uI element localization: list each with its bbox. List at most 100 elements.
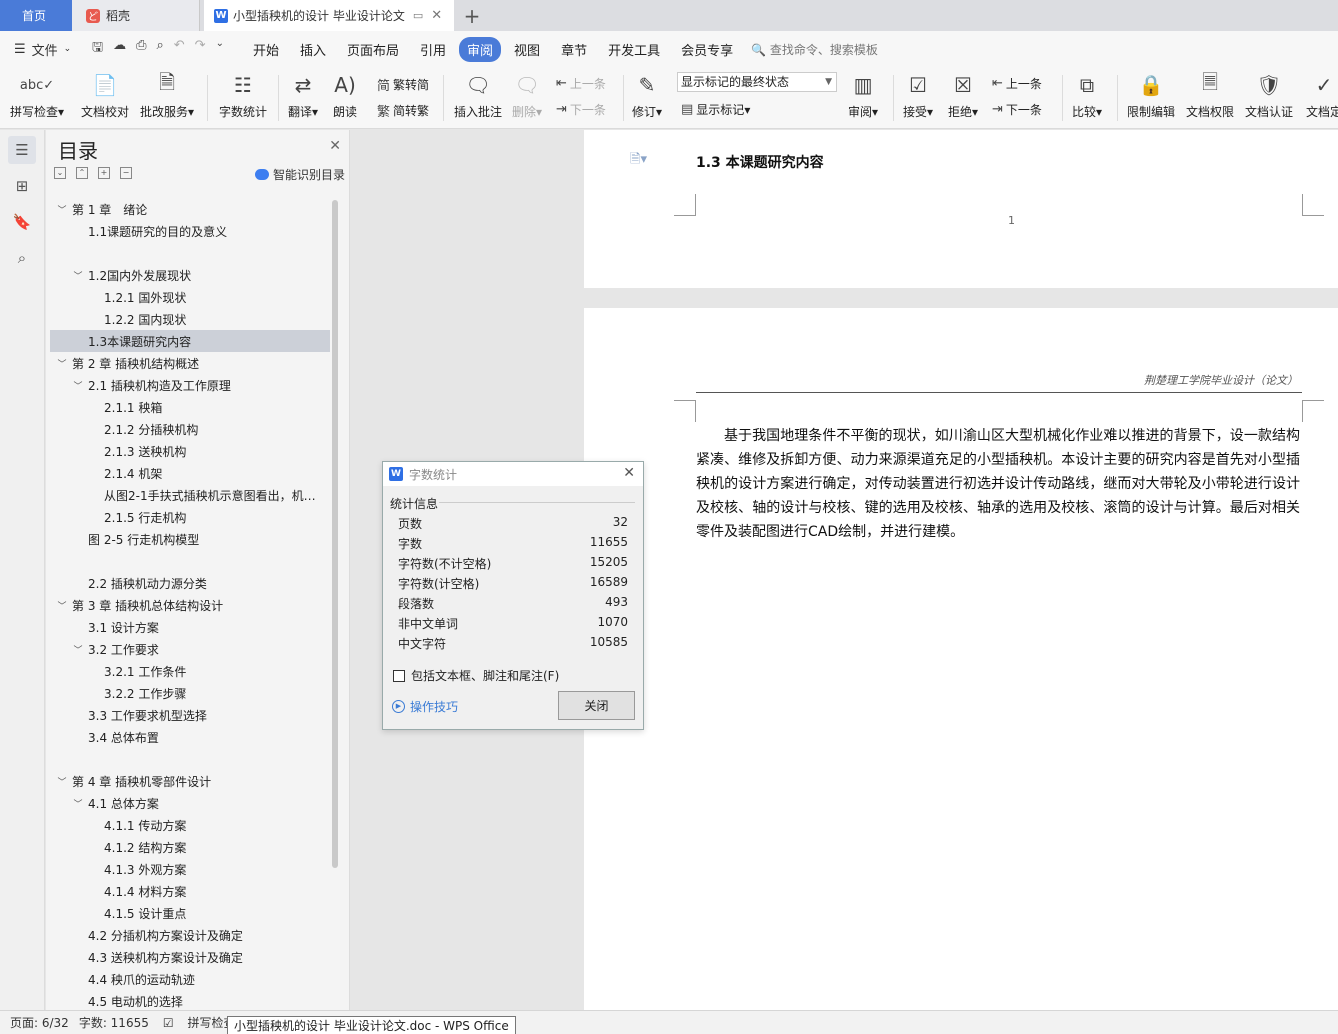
toc-item[interactable]: 4.1.5 设计重点 — [50, 902, 330, 924]
chevron-down-icon[interactable]: ﹀ — [72, 379, 84, 392]
smart-toc-button[interactable]: 智能识别目录 — [254, 166, 345, 183]
collapse-all-icon[interactable]: ⌄ — [54, 167, 66, 179]
toc-item[interactable]: 3.2.1 工作条件 — [50, 660, 330, 682]
menu-references[interactable]: 引用 — [412, 37, 454, 62]
expand-all-icon[interactable]: ⌃ — [76, 167, 88, 179]
menu-member[interactable]: 会员专享 — [673, 37, 741, 62]
spell-check-toggle[interactable]: ☑ 拼写检查 — [163, 1014, 236, 1031]
menu-insert[interactable]: 插入 — [292, 37, 334, 62]
next-change-button[interactable]: ⇥ 下一条 — [992, 101, 1042, 118]
tab-home[interactable]: 首页 — [0, 0, 72, 31]
print-icon[interactable]: ⎙ — [136, 38, 146, 60]
toc-item[interactable]: ﹀ 1.2国内外发展现状 — [50, 264, 330, 286]
toc-item[interactable]: 2.1.4 机架 — [50, 462, 330, 484]
toc-item[interactable]: 1.2.2 国内现状 — [50, 308, 330, 330]
toc-item[interactable]: 4.5 电动机的选择 — [50, 990, 330, 1009]
search-icon[interactable]: ⌕ — [8, 244, 36, 272]
toc-item[interactable]: ﹀ 第 1 章 绪论 — [50, 198, 330, 220]
next-comment-button[interactable]: ⇥ 下一条 — [556, 101, 606, 118]
body-paragraph[interactable]: 基于我国地理条件不平衡的现状，如川渝山区大型机械化作业难以推进的背景下，设一款结… — [696, 424, 1300, 544]
toc-item[interactable]: 2.2 插秧机动力源分类 — [50, 572, 330, 594]
menu-chapter[interactable]: 章节 — [553, 37, 595, 62]
menu-start[interactable]: 开始 — [245, 37, 287, 62]
toc-item[interactable]: 2.1.5 行走机构 — [50, 506, 330, 528]
toc-item[interactable]: 2.1.3 送秧机构 — [50, 440, 330, 462]
word-count-button[interactable]: ☷ 字数统计 — [219, 71, 267, 120]
chevron-down-icon[interactable]: ﹀ — [56, 599, 68, 612]
toc-item[interactable]: ﹀ 第 2 章 插秧机结构概述 — [50, 352, 330, 374]
review-pane-button[interactable]: ▥ 审阅▾ — [848, 71, 878, 120]
insert-comment-button[interactable]: 🗨 插入批注 — [454, 71, 502, 120]
dialog-titlebar[interactable]: W 字数统计 — [383, 462, 643, 486]
print-preview-icon[interactable]: ⌕ — [156, 38, 163, 60]
close-icon[interactable]: ✕ — [623, 465, 635, 481]
menu-review[interactable]: 审阅 — [459, 36, 502, 62]
chevron-down-icon[interactable]: ﹀ — [56, 357, 68, 370]
word-count-indicator[interactable]: 字数: 11655 — [79, 1014, 149, 1031]
tab-document[interactable]: W 小型插秧机的设计 毕业设计论文 ▭ ✕ — [204, 0, 454, 31]
chevron-down-icon[interactable]: ﹀ — [72, 269, 84, 282]
reject-button[interactable]: ☒ 拒绝▾ — [948, 71, 978, 120]
track-changes-button[interactable]: ✎ 修订▾ — [632, 71, 662, 120]
command-search[interactable]: 🔍 查找命令、搜索模板 — [751, 41, 878, 58]
checkbox-box[interactable] — [393, 669, 405, 682]
toc-item[interactable]: 1.1课题研究的目的及意义 — [50, 220, 330, 242]
include-textbox-checkbox[interactable]: 包括文本框、脚注和尾注(F) — [393, 667, 559, 684]
chevron-down-icon[interactable]: ﹀ — [56, 203, 68, 216]
toc-icon[interactable]: ☰ — [8, 136, 36, 164]
toc-item[interactable]: 3.1 设计方案 — [50, 616, 330, 638]
doc-finalize-button[interactable]: ✓ 文档定 — [1306, 71, 1338, 120]
toc-item[interactable]: 3.4 总体布置 — [50, 726, 330, 748]
toc-item[interactable]: 2.1.1 秧箱 — [50, 396, 330, 418]
restrict-editing-button[interactable]: 🔒 限制编辑 — [1127, 71, 1175, 120]
bookmark-icon[interactable]: 🔖 — [8, 208, 36, 236]
chevron-down-icon[interactable]: ﹀ — [56, 775, 68, 788]
prev-change-button[interactable]: ⇤ 上一条 — [992, 75, 1042, 92]
toc-item[interactable]: 1.2.1 国外现状 — [50, 286, 330, 308]
toc-item[interactable]: ﹀ 第 3 章 插秧机总体结构设计 — [50, 594, 330, 616]
redo-icon[interactable]: ↷ — [195, 38, 206, 60]
toc-item[interactable]: ﹀ 第 4 章 插秧机零部件设计 — [50, 770, 330, 792]
close-icon[interactable]: ✕ — [329, 138, 341, 154]
read-aloud-button[interactable]: A) 朗读 — [333, 71, 357, 120]
delete-comment-button[interactable]: 🗨 删除▾ — [512, 71, 542, 120]
cloud-icon[interactable]: ☁ — [113, 38, 126, 60]
doc-rights-button[interactable]: 🗏 文档权限 — [1186, 70, 1234, 120]
close-button[interactable]: 关闭 — [558, 691, 635, 720]
save-icon[interactable]: 🖫 — [92, 38, 103, 60]
close-tab-icon[interactable]: ✕ — [431, 8, 442, 23]
menu-page-layout[interactable]: 页面布局 — [339, 37, 407, 62]
toc-item[interactable]: 3.3 工作要求机型选择 — [50, 704, 330, 726]
doc-proof-button[interactable]: 📄 文档校对 — [81, 71, 129, 120]
menu-view[interactable]: 视图 — [506, 37, 548, 62]
page-indicator[interactable]: 页面: 6/32 — [10, 1014, 69, 1031]
toc-item[interactable]: 2.1.2 分插秧机构 — [50, 418, 330, 440]
toc-item[interactable]: 4.4 秧爪的运动轨迹 — [50, 968, 330, 990]
show-markup-button[interactable]: ▤ 显示标记 ▾ — [681, 101, 750, 118]
toc-item[interactable]: 图 2-5 行走机构模型 — [50, 528, 330, 550]
doc-cert-button[interactable]: 🛡 文档认证 — [1245, 71, 1293, 120]
undo-icon[interactable]: ↶ — [174, 38, 185, 60]
markup-state-select[interactable]: 显示标记的最终状态 ▼ — [677, 72, 837, 92]
toc-item[interactable]: 4.1.1 传动方案 — [50, 814, 330, 836]
new-tab-button[interactable]: + — [460, 0, 484, 31]
batch-service-button[interactable]: 🗎 批改服务▾ — [140, 70, 194, 120]
translate-button[interactable]: ⇄ 翻译▾ — [288, 71, 318, 120]
toc-item[interactable]: ﹀ 3.2 工作要求 — [50, 638, 330, 660]
add-level-icon[interactable]: + — [98, 167, 110, 179]
toc-item[interactable]: 4.1.3 外观方案 — [50, 858, 330, 880]
toc-item[interactable]: 4.1.2 结构方案 — [50, 836, 330, 858]
prev-comment-button[interactable]: ⇤ 上一条 — [556, 75, 606, 92]
accept-button[interactable]: ☑ 接受▾ — [903, 71, 933, 120]
toc-item[interactable]: 4.2 分插机构方案设计及确定 — [50, 924, 330, 946]
menu-developer[interactable]: 开发工具 — [600, 37, 668, 62]
monitor-icon[interactable]: ▭ — [413, 9, 423, 22]
toc-item[interactable]: 从图2-1手扶式插秧机示意图看出，机… — [50, 484, 330, 506]
chapter-nav-icon[interactable]: ⊞ — [8, 172, 36, 200]
toc-item[interactable]: 1.3本课题研究内容 — [50, 330, 330, 352]
tab-daoke[interactable]: ど 稻壳 — [72, 0, 200, 31]
toc-item[interactable]: 4.3 送秧机构方案设计及确定 — [50, 946, 330, 968]
toc-item[interactable]: ﹀ 2.1 插秧机构造及工作原理 — [50, 374, 330, 396]
toc-item[interactable]: 4.1.4 材料方案 — [50, 880, 330, 902]
paragraph-icon[interactable]: 🗎▾ — [630, 150, 647, 172]
